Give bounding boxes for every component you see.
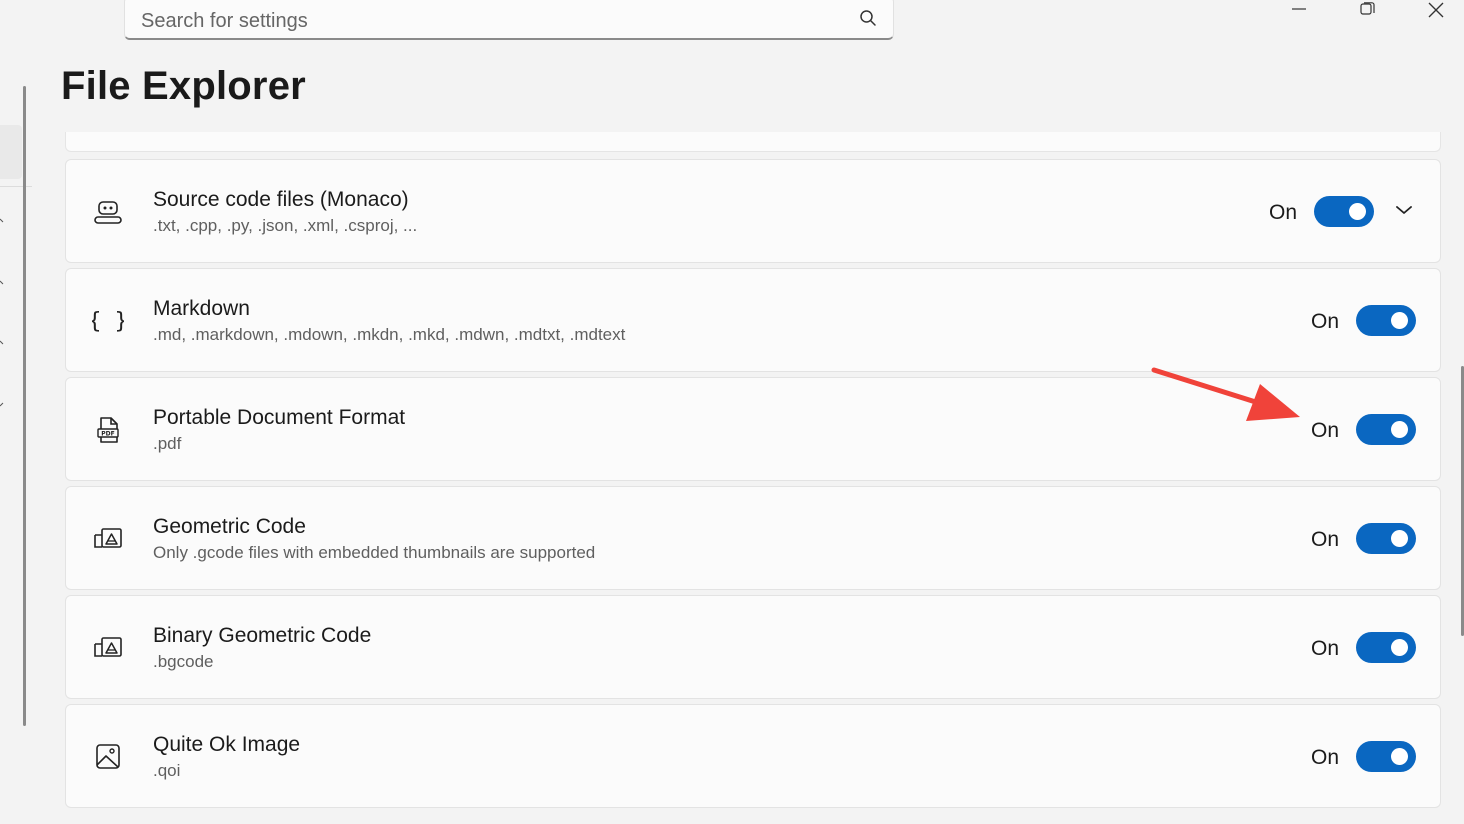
setting-label: Markdown	[153, 297, 250, 320]
page-title: File Explorer	[61, 64, 306, 108]
setting-description: .qoi	[153, 761, 181, 780]
search-input[interactable]	[139, 7, 843, 35]
markdown-toggle[interactable]	[1356, 305, 1416, 336]
setting-description: .md, .markdown, .mdown, .mkdn, .mkd, .md…	[153, 325, 626, 344]
nav-selected-item[interactable]	[0, 125, 22, 179]
bgcode-toggle[interactable]	[1356, 632, 1416, 663]
toggle-knob	[1391, 421, 1408, 438]
restore-icon	[1360, 2, 1375, 15]
qoi-toggle[interactable]	[1356, 741, 1416, 772]
setting-markdown[interactable]: { } Markdown .md, .markdown, .mdown, .mk…	[65, 268, 1441, 372]
setting-source-code-files[interactable]: Source code files (Monaco) .txt, .cpp, .…	[65, 159, 1441, 263]
setting-description: .pdf	[153, 434, 182, 453]
toggle-knob	[1391, 748, 1408, 765]
svg-text:{ }: { }	[92, 309, 124, 334]
close-icon	[1428, 2, 1444, 18]
braces-icon: { }	[92, 305, 124, 337]
chevron-down-icon[interactable]	[0, 218, 6, 224]
minimize-icon	[1292, 8, 1306, 10]
toggle-state-label: On	[1311, 419, 1340, 442]
setting-description: Only .gcode files with embedded thumbnai…	[153, 543, 596, 562]
setting-description: .txt, .cpp, .py, .json, .xml, .csproj, .…	[153, 216, 418, 235]
gcode-icon	[92, 523, 124, 555]
annotation-arrow	[1151, 367, 1300, 421]
chevron-down-icon[interactable]	[0, 340, 6, 346]
image-icon	[92, 741, 124, 773]
setting-label: Quite Ok Image	[153, 733, 301, 756]
gcode-icon	[92, 632, 124, 664]
toggle-knob	[1391, 639, 1408, 656]
search-box[interactable]	[124, 0, 894, 40]
gcode-toggle[interactable]	[1356, 523, 1416, 554]
robot-icon	[92, 196, 124, 228]
toggle-state-label: On	[1311, 528, 1340, 551]
pdf-file-icon: PDF	[92, 414, 124, 446]
setting-geometric-code[interactable]: Geometric Code Only .gcode files with em…	[65, 486, 1441, 590]
setting-label: Binary Geometric Code	[153, 624, 372, 647]
minimize-button[interactable]	[1276, 0, 1322, 20]
toggle-state-label: On	[1269, 201, 1298, 224]
close-button[interactable]	[1413, 0, 1459, 20]
toggle-knob	[1391, 530, 1408, 547]
search-icon[interactable]	[859, 9, 877, 27]
nav-scrollbar[interactable]	[23, 86, 26, 726]
chevron-up-icon[interactable]	[0, 402, 6, 408]
setting-quite-ok-image[interactable]: Quite Ok Image .qoi On	[65, 704, 1441, 808]
svg-text:PDF: PDF	[101, 431, 114, 438]
toggle-knob	[1391, 312, 1408, 329]
setting-label: Portable Document Format	[153, 406, 406, 429]
setting-label: Geometric Code	[153, 515, 306, 538]
toggle-state-label: On	[1311, 746, 1340, 769]
toggle-state-label: On	[1311, 310, 1340, 333]
toggle-knob	[1349, 203, 1366, 220]
setting-binary-geometric-code[interactable]: Binary Geometric Code .bgcode On	[65, 595, 1441, 699]
source-code-toggle[interactable]	[1314, 196, 1374, 227]
toggle-state-label: On	[1311, 637, 1340, 660]
settings-card-partial	[65, 132, 1441, 152]
nav-divider	[0, 186, 32, 187]
pdf-toggle[interactable]	[1356, 414, 1416, 445]
restore-button[interactable]	[1344, 0, 1390, 20]
setting-description: .bgcode	[153, 652, 214, 671]
chevron-down-icon[interactable]	[0, 280, 6, 286]
chevron-down-icon[interactable]	[1392, 198, 1416, 222]
setting-label: Source code files (Monaco)	[153, 188, 409, 211]
